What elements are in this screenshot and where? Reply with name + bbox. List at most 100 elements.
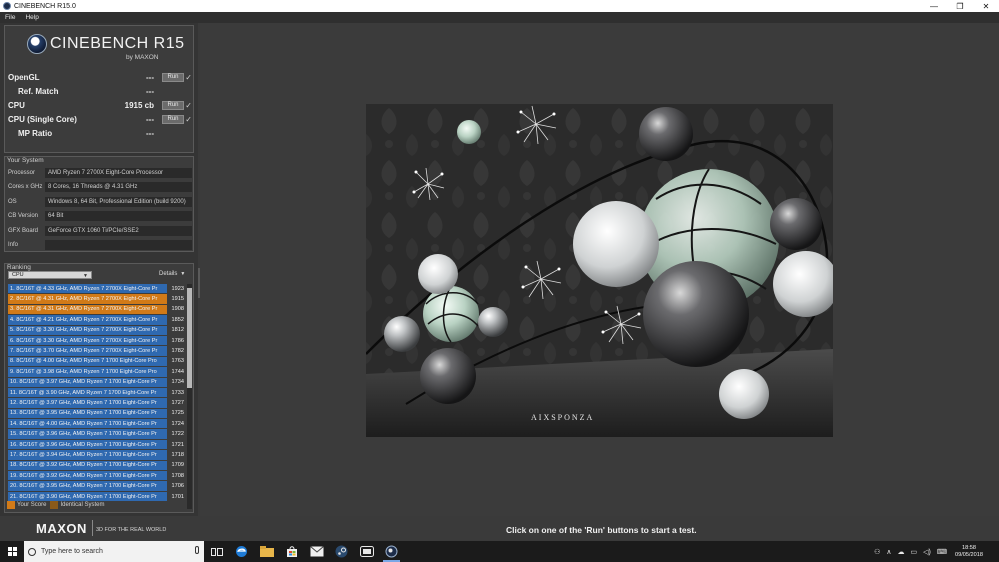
benchmark-value: --- [146, 128, 154, 138]
task-view-button[interactable] [204, 541, 229, 562]
ranking-row[interactable]: 15. 8C/16T @ 3.96 GHz, AMD Ryzen 7 1700 … [8, 429, 186, 440]
microphone-icon[interactable] [195, 546, 199, 554]
menu-bar: File Help [0, 12, 999, 23]
ranking-row-text: 19. 8C/16T @ 3.92 GHz, AMD Ryzen 7 1700 … [10, 472, 157, 479]
ranking-row[interactable]: 16. 8C/16T @ 3.96 GHz, AMD Ryzen 7 1700 … [8, 439, 186, 451]
task-view-icon [210, 547, 223, 556]
ranking-row-text: 21. 8C/16T @ 3.90 GHz, AMD Ryzen 7 1700 … [10, 493, 157, 500]
ranking-row-score: 1718 [167, 450, 186, 460]
file-explorer-icon [259, 546, 274, 557]
ranking-row-text: 4. 8C/16T @ 4.21 GHz, AMD Ryzen 7 2700X … [10, 316, 158, 323]
ranking-row-text: 3. 8C/16T @ 4.31 GHz, AMD Ryzen 7 2700X … [10, 306, 158, 313]
steam-button[interactable] [329, 541, 354, 562]
mail-button[interactable] [304, 541, 329, 562]
maxon-divider [92, 520, 93, 536]
render-scene [366, 104, 833, 437]
menu-file[interactable]: File [0, 14, 20, 21]
cinebench-icon [385, 545, 398, 558]
ranking-row-text: 14. 8C/16T @ 4.00 GHz, AMD Ryzen 7 1700 … [10, 420, 157, 427]
ranking-row-score: 1724 [167, 419, 186, 429]
ranking-row[interactable]: 8. 8C/16T @ 4.00 GHz, AMD Ryzen 7 1700 E… [8, 356, 186, 368]
benchmark-label: CPU (Single Core) [8, 114, 77, 124]
status-message: Click on one of the 'Run' buttons to sta… [506, 525, 697, 535]
start-button[interactable] [0, 541, 24, 562]
clock-time: 18:58 [962, 544, 976, 551]
ranking-row-text: 20. 8C/16T @ 3.95 GHz, AMD Ryzen 7 1700 … [10, 483, 157, 490]
ranking-row-text: 8. 8C/16T @ 4.00 GHz, AMD Ryzen 7 1700 E… [10, 358, 157, 365]
cinebench-taskbar-button[interactable] [379, 541, 404, 562]
ranking-row-text: 13. 8C/16T @ 3.95 GHz, AMD Ryzen 7 1700 … [10, 410, 157, 417]
ranking-row-score: 1722 [167, 429, 186, 439]
ranking-row-text: 7. 8C/16T @ 3.70 GHz, AMD Ryzen 7 2700X … [10, 348, 158, 355]
system-row: CB Version 64 Bit [8, 211, 192, 222]
ranking-type-select[interactable]: CPU ▼ [8, 271, 92, 279]
ranking-row-score: 1812 [167, 325, 186, 335]
keyboard-icon[interactable]: ⌨ [937, 548, 947, 556]
ranking-row-score: 1782 [167, 346, 186, 356]
ranking-row[interactable]: 13. 8C/16T @ 3.95 GHz, AMD Ryzen 7 1700 … [8, 408, 186, 420]
ranking-row-text: 12. 8C/16T @ 3.97 GHz, AMD Ryzen 7 1700 … [10, 399, 157, 406]
network-icon[interactable]: ▭ [911, 548, 918, 556]
benchmark-value: --- [146, 114, 154, 124]
ranking-row[interactable]: 5. 8C/16T @ 3.30 GHz, AMD Ryzen 7 2700X … [8, 325, 186, 336]
ranking-row[interactable]: 11. 8C/16T @ 3.90 GHz, AMD Ryzen 7 1700 … [8, 387, 186, 399]
cortana-icon [28, 547, 36, 556]
minimize-button[interactable]: — [921, 0, 947, 12]
ranking-row[interactable]: 1. 8C/16T @ 4.33 GHz, AMD Ryzen 7 2700X … [8, 284, 186, 295]
ranking-row[interactable]: 18. 8C/16T @ 3.92 GHz, AMD Ryzen 7 1700 … [8, 460, 186, 472]
taskbar-clock[interactable]: 18:58 09/05/2018 [955, 545, 983, 559]
ranking-row[interactable]: 6. 8C/16T @ 3.30 GHz, AMD Ryzen 7 2700X … [8, 335, 186, 347]
ranking-row[interactable]: 17. 8C/16T @ 3.94 GHz, AMD Ryzen 7 1700 … [8, 450, 186, 461]
ranking-row[interactable]: 3. 8C/16T @ 4.31 GHz, AMD Ryzen 7 2700X … [8, 304, 186, 316]
system-row: Cores x GHz 8 Cores, 16 Threads @ 4.31 GH… [8, 182, 192, 193]
identical-system-label: Identical System [60, 502, 105, 508]
file-explorer-button[interactable] [254, 541, 279, 562]
mail-icon [309, 546, 324, 557]
maximize-button[interactable]: ❐ [947, 0, 973, 12]
your-system-title: Your System [7, 157, 44, 164]
system-value: Windows 8, 64 Bit, Professional Edition … [45, 196, 192, 207]
ranking-row[interactable]: 2. 8C/16T @ 4.31 GHz, AMD Ryzen 7 2700X … [8, 294, 186, 305]
close-button[interactable]: ✕ [973, 0, 999, 12]
scrollbar-thumb[interactable] [187, 288, 192, 388]
checkmark-icon[interactable]: ✓ [185, 101, 192, 110]
menu-help[interactable]: Help [20, 14, 43, 21]
ranking-row[interactable]: 19. 8C/16T @ 3.92 GHz, AMD Ryzen 7 1700 … [8, 471, 186, 482]
logo-by-maxon: by MAXON [126, 54, 159, 61]
checkmark-icon[interactable]: ✓ [185, 73, 192, 82]
cinebench-logo: CINEBENCH R15 [27, 34, 185, 54]
benchmark-row: CPU 1915 cb Run ✓ [8, 98, 192, 112]
ranking-scrollbar[interactable] [187, 284, 192, 509]
run-button[interactable]: Run [162, 114, 184, 124]
volume-icon[interactable]: ◁) [923, 548, 931, 556]
checkmark-icon[interactable]: ✓ [185, 115, 192, 124]
ranking-row[interactable]: 9. 8C/16T @ 3.98 GHz, AMD Ryzen 7 1700 E… [8, 367, 186, 378]
benchmark-label: MP Ratio [18, 128, 53, 138]
ranking-row[interactable]: 7. 8C/16T @ 3.70 GHz, AMD Ryzen 7 2700X … [8, 346, 186, 357]
media-button[interactable] [354, 541, 379, 562]
benchmark-value: --- [146, 72, 154, 82]
ranking-legend: Your Score Identical System [7, 501, 105, 509]
windows-taskbar: Type here to search ⚇ ∧ ☁ ▭ ◁) ⌨ 18:58 0… [0, 541, 999, 562]
ranking-row-score: 1915 [167, 294, 186, 304]
system-key: Processor [8, 169, 36, 176]
run-button[interactable]: Run [162, 72, 184, 82]
chevron-up-icon[interactable]: ∧ [886, 548, 891, 556]
store-button[interactable] [279, 541, 304, 562]
ranking-row-text: 18. 8C/16T @ 3.92 GHz, AMD Ryzen 7 1700 … [10, 462, 157, 469]
system-value: 64 Bit [45, 211, 192, 221]
taskbar-search-box[interactable]: Type here to search [24, 541, 204, 562]
ranking-row[interactable]: 20. 8C/16T @ 3.95 GHz, AMD Ryzen 7 1700 … [8, 481, 186, 492]
maxon-tagline: 3D FOR THE REAL WORLD [96, 527, 167, 533]
ranking-row[interactable]: 4. 8C/16T @ 4.21 GHz, AMD Ryzen 7 2700X … [8, 315, 186, 326]
ranking-panel: Ranking CPU ▼ Details ▼ 1. 8C/16T @ 4.33… [4, 263, 194, 513]
ranking-row[interactable]: 12. 8C/16T @ 3.97 GHz, AMD Ryzen 7 1700 … [8, 398, 186, 409]
system-value: AMD Ryzen 7 2700X Eight-Core Processor [45, 167, 192, 178]
ranking-row[interactable]: 14. 8C/16T @ 4.00 GHz, AMD Ryzen 7 1700 … [8, 419, 186, 430]
people-icon[interactable]: ⚇ [874, 548, 880, 556]
edge-button[interactable] [229, 541, 254, 562]
details-button[interactable]: Details ▼ [159, 271, 185, 277]
ranking-row[interactable]: 10. 8C/16T @ 3.97 GHz, AMD Ryzen 7 1700 … [8, 377, 186, 388]
run-button[interactable]: Run [162, 100, 184, 110]
onedrive-icon[interactable]: ☁ [898, 548, 905, 556]
